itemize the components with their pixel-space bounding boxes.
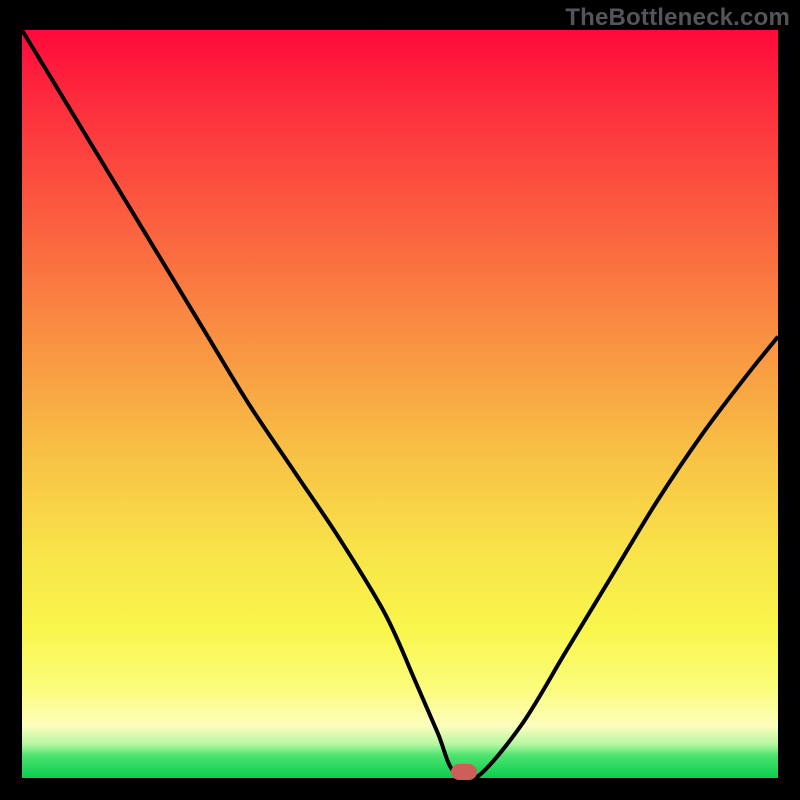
optimum-marker — [451, 764, 477, 780]
curve-path — [22, 30, 778, 778]
bottleneck-curve — [22, 30, 778, 778]
chart-frame: TheBottleneck.com — [0, 0, 800, 800]
watermark-text: TheBottleneck.com — [565, 4, 790, 32]
plot-area — [22, 30, 778, 778]
